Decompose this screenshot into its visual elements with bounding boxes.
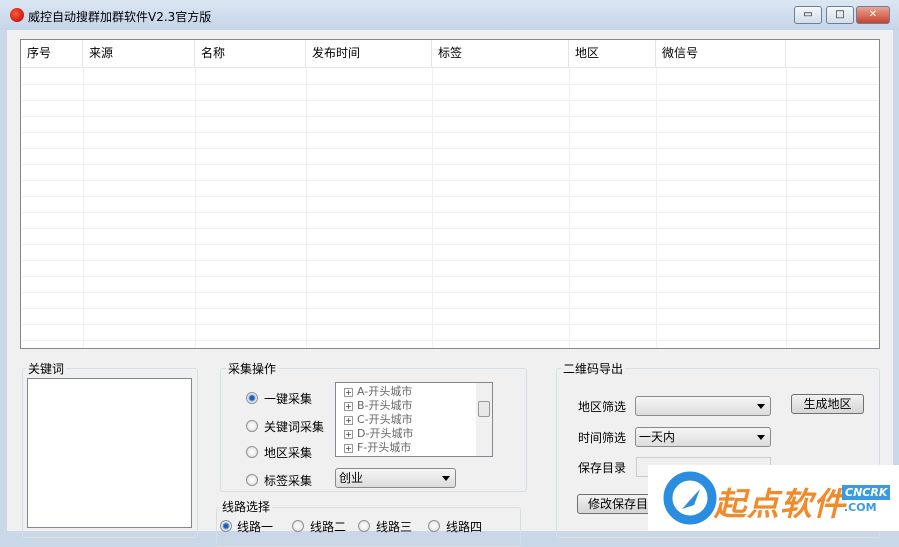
- radio-label: 线路三: [376, 520, 413, 534]
- tree-item[interactable]: + B-开头城市: [344, 399, 413, 413]
- column-header[interactable]: [786, 40, 879, 68]
- grid-row-line: [21, 100, 879, 101]
- app-icon: [10, 8, 24, 22]
- watermark-text: 起点软件: [714, 485, 847, 523]
- chevron-down-icon: [757, 435, 765, 440]
- column-header[interactable]: 微信号: [656, 40, 786, 68]
- column-header[interactable]: 名称: [195, 40, 306, 68]
- grid-column-line: [83, 68, 84, 348]
- radio-label: 线路四: [446, 520, 483, 534]
- column-header[interactable]: 序号: [21, 40, 83, 68]
- radio-one-click[interactable]: [246, 392, 258, 404]
- chevron-down-icon: [757, 404, 765, 409]
- grid-column-line: [432, 68, 433, 348]
- keyword-input[interactable]: [27, 378, 192, 528]
- grid-row-line: [21, 340, 879, 341]
- column-header[interactable]: 地区: [569, 40, 656, 68]
- tree-item[interactable]: + D-开头城市: [344, 427, 413, 441]
- grid-column-line: [306, 68, 307, 348]
- region-filter-select[interactable]: [635, 396, 771, 416]
- minimize-button[interactable]: ▭: [794, 6, 822, 24]
- radio-region[interactable]: [246, 446, 258, 458]
- grid-row-line: [21, 324, 879, 325]
- maximize-button[interactable]: □: [826, 6, 854, 24]
- grid-row-line: [21, 292, 879, 293]
- grid-row-line: [21, 132, 879, 133]
- chevron-down-icon: [442, 476, 450, 481]
- grid-row-line: [21, 244, 879, 245]
- grid-row-line: [21, 180, 879, 181]
- keyword-label: 关键词: [26, 360, 67, 377]
- grid-row-line: [21, 276, 879, 277]
- grid-row-line: [21, 260, 879, 261]
- grid-column-line: [569, 68, 570, 348]
- radio-route-2[interactable]: [292, 520, 304, 532]
- radio-label: 地区采集: [264, 446, 313, 460]
- results-table[interactable]: 序号 来源 名称 发布时间 标签 地区 微信号: [20, 39, 880, 349]
- save-dir-label: 保存目录: [578, 461, 627, 475]
- region-filter-label: 地区筛选: [578, 400, 627, 414]
- grid-row-line: [21, 308, 879, 309]
- tree-scrollbar[interactable]: [476, 383, 492, 456]
- grid-column-line: [656, 68, 657, 348]
- radio-tag[interactable]: [246, 474, 258, 486]
- radio-route-3[interactable]: [358, 520, 370, 532]
- close-button[interactable]: ✕: [856, 6, 890, 24]
- grid-row-line: [21, 228, 879, 229]
- radio-route-1[interactable]: [220, 520, 232, 532]
- grid-row-line: [21, 148, 879, 149]
- watermark-logo: 起点软件 CNCRK .COM: [648, 465, 899, 531]
- radio-label: 一键采集: [264, 392, 313, 406]
- route-label: 线路选择: [220, 498, 273, 515]
- radio-label: 关键词采集: [264, 420, 325, 434]
- window-title: 威控自动搜群加群软件V2.3官方版: [28, 10, 212, 24]
- tree-item[interactable]: + C-开头城市: [344, 413, 413, 427]
- grid-row-line: [21, 116, 879, 117]
- change-save-dir-button[interactable]: 修改保存目: [577, 494, 657, 514]
- generate-region-button[interactable]: 生成地区: [791, 394, 864, 414]
- grid-row-line: [21, 84, 879, 85]
- tree-item[interactable]: + F-开头城市: [344, 441, 411, 455]
- watermark-sub: CNCRK: [842, 485, 891, 500]
- grid-row-line: [21, 212, 879, 213]
- radio-keyword[interactable]: [246, 420, 258, 432]
- column-header[interactable]: 发布时间: [306, 40, 432, 68]
- grid-column-line: [195, 68, 196, 348]
- scrollbar-thumb[interactable]: [478, 401, 490, 417]
- time-filter-label: 时间筛选: [578, 431, 627, 445]
- tag-select[interactable]: 创业: [335, 468, 456, 488]
- watermark-sub2: .COM: [844, 501, 877, 514]
- time-filter-select[interactable]: 一天内: [635, 427, 771, 447]
- radio-label: 标签采集: [264, 474, 313, 488]
- collect-label: 采集操作: [226, 360, 279, 377]
- radio-route-4[interactable]: [428, 520, 440, 532]
- grid-row-line: [21, 164, 879, 165]
- column-header[interactable]: 标签: [432, 40, 569, 68]
- tree-item[interactable]: + A-开头城市: [344, 385, 412, 399]
- radio-label: 线路二: [310, 520, 347, 534]
- grid-column-line: [786, 68, 787, 348]
- qr-export-label: 二维码导出: [561, 360, 626, 377]
- grid-row-line: [21, 196, 879, 197]
- city-tree[interactable]: + A-开头城市 + B-开头城市 + C-开头城市 + D-开头城市 + F-开头城市: [335, 382, 493, 457]
- column-header[interactable]: 来源: [83, 40, 195, 68]
- radio-label: 线路一: [237, 520, 274, 534]
